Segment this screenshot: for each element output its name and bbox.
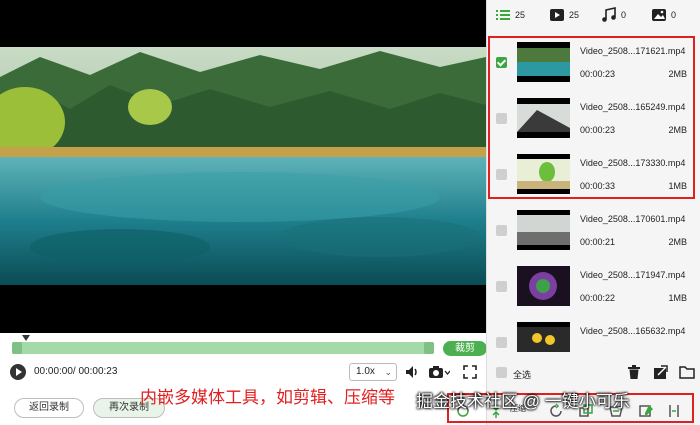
playhead[interactable]: [22, 335, 30, 341]
file-name: Video_2508...171621.mp4: [580, 46, 686, 56]
tab-audio-count: 0: [621, 10, 627, 20]
tab-all[interactable]: 25: [495, 7, 535, 23]
file-duration: 00:00:23: [580, 69, 616, 79]
delete-icon[interactable]: [627, 365, 641, 385]
cut-button[interactable]: 裁剪: [443, 341, 487, 356]
fullscreen-icon[interactable]: [462, 364, 478, 380]
trim-handle-start[interactable]: [12, 342, 22, 354]
chevron-down-icon: ⌄: [384, 367, 392, 377]
watermark-icon[interactable]: [638, 403, 654, 419]
video-thumbnail: [517, 154, 570, 194]
play-button[interactable]: [10, 364, 26, 380]
video-thumbnail: [517, 322, 570, 352]
video-thumbnail: [517, 98, 570, 138]
list-icon: [496, 10, 510, 20]
file-name: Video_2508...173330.mp4: [580, 158, 686, 168]
select-all-checkbox[interactable]: [496, 367, 507, 378]
list-item[interactable]: Video_2508...165249.mp4 00:00:23 2MB: [487, 92, 700, 148]
item-checkbox[interactable]: [496, 337, 507, 348]
video-player[interactable]: [0, 0, 486, 333]
music-icon: [602, 7, 616, 22]
video-icon: [550, 9, 564, 21]
file-duration: 00:00:21: [580, 237, 616, 247]
file-duration: 00:00:23: [580, 125, 616, 135]
tab-all-count: 25: [515, 10, 526, 20]
list-item[interactable]: Video_2508...173330.mp4 00:00:33 1MB: [487, 148, 700, 204]
time-display: 00:00:00/ 00:00:23: [34, 366, 118, 377]
video-frame: [0, 47, 486, 285]
file-size: 1MB: [668, 293, 687, 303]
player-pane: 裁剪 00:00:00/ 00:00:23 1.0x ⌄ 返回录制 再次录制: [0, 0, 487, 425]
media-list-pane: 25 25 0 0 Video_2508...171621.mp4 00:00:…: [486, 0, 700, 425]
item-checkbox[interactable]: [496, 169, 507, 180]
video-thumbnail: [517, 42, 570, 82]
video-thumbnail: [517, 210, 570, 250]
list-item[interactable]: Video_2508...171621.mp4 00:00:23 2MB: [487, 36, 700, 92]
tab-video[interactable]: 25: [549, 7, 589, 23]
item-checkbox[interactable]: [496, 281, 507, 292]
volume-icon[interactable]: [404, 364, 420, 380]
image-icon: [652, 9, 666, 21]
trim-track[interactable]: [12, 342, 434, 354]
file-duration: 00:00:22: [580, 293, 616, 303]
list-item[interactable]: Video_2508...171947.mp4 00:00:22 1MB: [487, 260, 700, 316]
file-name: Video_2508...170601.mp4: [580, 214, 686, 224]
speed-value: 1.0x: [356, 366, 375, 377]
playback-controls: 00:00:00/ 00:00:23 1.0x ⌄: [0, 362, 486, 382]
tab-video-count: 25: [569, 10, 580, 20]
back-to-record-button[interactable]: 返回录制: [14, 398, 84, 418]
item-checkbox[interactable]: [496, 225, 507, 236]
trim-handle-end[interactable]: [424, 342, 434, 354]
list-footer: 全选: [487, 358, 700, 388]
camera-icon[interactable]: [428, 364, 451, 380]
file-name: Video_2508...165632.mp4: [580, 326, 686, 336]
file-list: Video_2508...171621.mp4 00:00:23 2MB Vid…: [487, 34, 700, 352]
file-size: 2MB: [668, 125, 687, 135]
item-checkbox[interactable]: [496, 113, 507, 124]
video-thumbnail: [517, 266, 570, 306]
watermark-text: 掘金技术社区 @ 一键小可乐: [416, 392, 630, 411]
file-duration: 00:00:33: [580, 181, 616, 191]
file-name: Video_2508...165249.mp4: [580, 102, 686, 112]
app-window: 裁剪 00:00:00/ 00:00:23 1.0x ⌄ 返回录制 再次录制 2…: [0, 0, 700, 425]
select-all-label: 全选: [513, 370, 532, 380]
tab-audio[interactable]: 0: [601, 7, 641, 23]
tab-image-count: 0: [671, 10, 677, 20]
folder-icon[interactable]: [679, 365, 695, 384]
tab-image[interactable]: 0: [651, 7, 691, 23]
file-size: 1MB: [668, 181, 687, 191]
item-checkbox[interactable]: [496, 57, 507, 68]
speed-select[interactable]: 1.0x ⌄: [349, 363, 397, 381]
split-icon[interactable]: [666, 403, 682, 419]
file-name: Video_2508...171947.mp4: [580, 270, 686, 280]
list-item[interactable]: Video_2508...165632.mp4: [487, 316, 700, 352]
timeline[interactable]: 裁剪: [12, 335, 487, 358]
feature-caption: 内嵌多媒体工具，如剪辑、压缩等: [140, 388, 395, 407]
list-item[interactable]: Video_2508...170601.mp4 00:00:21 2MB: [487, 204, 700, 260]
media-tabs: 25 25 0 0: [487, 0, 700, 30]
file-size: 2MB: [668, 69, 687, 79]
file-size: 2MB: [668, 237, 687, 247]
export-icon[interactable]: [653, 365, 668, 385]
